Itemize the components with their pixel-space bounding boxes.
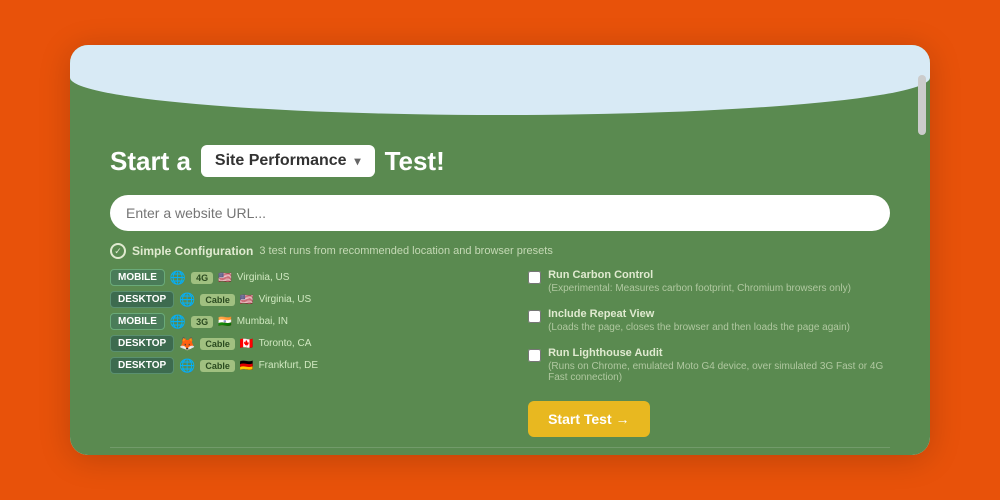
firefox-icon: 🦊 bbox=[179, 336, 195, 352]
options-column: Run Carbon Control (Experimental: Measur… bbox=[528, 269, 890, 437]
lighthouse-label: Run Lighthouse Audit bbox=[548, 347, 890, 359]
connection-badge: Cable bbox=[200, 360, 235, 372]
carbon-control-group: Run Carbon Control (Experimental: Measur… bbox=[548, 269, 851, 294]
chrome-icon: 🌐 bbox=[179, 358, 195, 374]
two-col-layout: MOBILE 🌐 4G 🇺🇸 Virginia, US DESKTOP 🌐 Ca… bbox=[110, 269, 890, 437]
flag-icon: 🇮🇳 bbox=[218, 315, 232, 328]
preset-row-5: DESKTOP 🌐 Cable 🇩🇪 Frankfurt, DE bbox=[110, 357, 508, 374]
repeat-view-option: Include Repeat View (Loads the page, clo… bbox=[528, 308, 890, 333]
main-panel: Start a Site Performance ▾ Test! ✓ Simpl… bbox=[70, 45, 930, 455]
content-area: Start a Site Performance ▾ Test! ✓ Simpl… bbox=[70, 45, 930, 455]
preset-type-badge: MOBILE bbox=[110, 269, 165, 286]
preset-row-1: MOBILE 🌐 4G 🇺🇸 Virginia, US bbox=[110, 269, 508, 286]
start-test-button[interactable]: Start Test → bbox=[528, 401, 649, 437]
test-text: Test! bbox=[385, 146, 445, 177]
connection-badge: Cable bbox=[200, 338, 235, 350]
preset-type-badge: DESKTOP bbox=[110, 357, 174, 374]
lighthouse-checkbox[interactable] bbox=[528, 349, 541, 362]
location-text: Mumbai, IN bbox=[237, 316, 288, 327]
lighthouse-desc: (Runs on Chrome, emulated Moto G4 device… bbox=[548, 361, 890, 383]
carbon-control-desc: (Experimental: Measures carbon footprint… bbox=[548, 283, 851, 294]
simple-config-header: ✓ Simple Configuration 3 test runs from … bbox=[110, 243, 890, 259]
title-row: Start a Site Performance ▾ Test! bbox=[110, 145, 890, 177]
chrome-icon: 🌐 bbox=[170, 270, 186, 286]
connection-badge: 4G bbox=[191, 272, 213, 284]
lighthouse-option: Run Lighthouse Audit (Runs on Chrome, em… bbox=[528, 347, 890, 383]
dropdown-label: Site Performance bbox=[215, 152, 347, 170]
preset-row-3: MOBILE 🌐 3G 🇮🇳 Mumbai, IN bbox=[110, 313, 508, 330]
main-card: Start a Site Performance ▾ Test! ✓ Simpl… bbox=[70, 45, 930, 455]
location-text: Frankfurt, DE bbox=[259, 360, 318, 371]
options-inner: Run Carbon Control (Experimental: Measur… bbox=[528, 269, 890, 437]
preset-type-badge: MOBILE bbox=[110, 313, 165, 330]
simple-config-desc: 3 test runs from recommended location an… bbox=[259, 245, 552, 257]
repeat-view-group: Include Repeat View (Loads the page, clo… bbox=[548, 308, 850, 333]
check-circle-icon: ✓ bbox=[110, 243, 126, 259]
repeat-view-desc: (Loads the page, closes the browser and … bbox=[548, 322, 850, 333]
url-input-row bbox=[110, 195, 890, 231]
connection-badge: Cable bbox=[200, 294, 235, 306]
preset-type-badge: DESKTOP bbox=[110, 291, 174, 308]
preset-row-2: DESKTOP 🌐 Cable 🇺🇸 Virginia, US bbox=[110, 291, 508, 308]
url-input[interactable] bbox=[110, 195, 890, 231]
flag-icon: 🇩🇪 bbox=[240, 359, 254, 372]
test-type-dropdown[interactable]: Site Performance ▾ bbox=[201, 145, 375, 177]
repeat-view-label: Include Repeat View bbox=[548, 308, 850, 320]
chrome-icon: 🌐 bbox=[170, 314, 186, 330]
start-text: Start a bbox=[110, 146, 191, 177]
flag-icon: 🇨🇦 bbox=[240, 337, 254, 350]
carbon-control-label: Run Carbon Control bbox=[548, 269, 851, 281]
carbon-control-checkbox[interactable] bbox=[528, 271, 541, 284]
location-text: Virginia, US bbox=[259, 294, 312, 305]
advanced-config-row[interactable]: ▶ Advanced Configuration Choose from all… bbox=[110, 447, 890, 455]
carbon-control-option: Run Carbon Control (Experimental: Measur… bbox=[528, 269, 890, 294]
simple-config-label: Simple Configuration bbox=[132, 244, 253, 258]
flag-icon: 🇺🇸 bbox=[240, 293, 254, 306]
presets-column: MOBILE 🌐 4G 🇺🇸 Virginia, US DESKTOP 🌐 Ca… bbox=[110, 269, 508, 437]
flag-icon: 🇺🇸 bbox=[218, 271, 232, 284]
location-text: Virginia, US bbox=[237, 272, 290, 283]
preset-type-badge: DESKTOP bbox=[110, 335, 174, 352]
connection-badge: 3G bbox=[191, 316, 213, 328]
scrollbar-thumb[interactable] bbox=[918, 75, 926, 135]
preset-row-4: DESKTOP 🦊 Cable 🇨🇦 Toronto, CA bbox=[110, 335, 508, 352]
lighthouse-group: Run Lighthouse Audit (Runs on Chrome, em… bbox=[548, 347, 890, 383]
repeat-view-checkbox[interactable] bbox=[528, 310, 541, 323]
chevron-down-icon: ▾ bbox=[355, 154, 361, 168]
location-text: Toronto, CA bbox=[259, 338, 312, 349]
chrome-icon: 🌐 bbox=[179, 292, 195, 308]
